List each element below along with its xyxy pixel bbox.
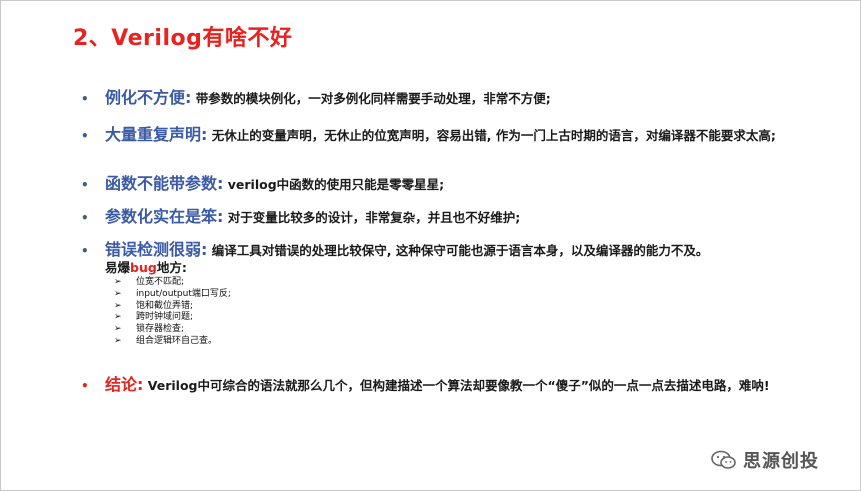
list-item: ➢ 饱和截位弄错; — [114, 300, 194, 311]
bug-list: ➢ 位宽不匹配; ➢ input/output端口写反; ➢ 饱和截位弄错; ➢ 跨时钟… — [114, 277, 231, 348]
bullet-heading: 例化不方便: — [105, 88, 192, 107]
bullet-text: verilog中函数的使用只能是零零星星; — [227, 177, 445, 192]
arrow-icon: ➢ — [114, 288, 122, 299]
bullet-dot: • — [81, 211, 89, 225]
bullet-text: Verilog中可综合的语法就那么几个，但构建描述一个算法却要像教一个“傻子”似… — [147, 378, 770, 393]
slide: 2、Verilog有啥不好 • 例化不方便: 带参数的模块例化，一对多例化同样需… — [0, 0, 861, 491]
bullet-instantiation: • 例化不方便: 带参数的模块例化，一对多例化同样需要手动处理，非常不方便; — [81, 89, 786, 107]
bullet-text: 带参数的模块例化，一对多例化同样需要手动处理，非常不方便; — [195, 91, 551, 106]
arrow-icon: ➢ — [114, 277, 122, 287]
arrow-icon: ➢ — [114, 300, 122, 311]
bullet-function-parameters: • 函数不能带参数: verilog中函数的使用只能是零零星星; — [81, 175, 786, 193]
bullet-heading: 大量重复声明: — [105, 125, 208, 144]
bullet-text: 编译工具对错误的处理比较保守, 这种保守可能也源于语言本身，以及编译器的能力不及… — [211, 243, 709, 258]
bullet-heading: 参数化实在是笨: — [105, 207, 224, 226]
bullet-text: 对于变量比较多的设计，非常复杂，并且也不好维护; — [227, 210, 521, 225]
bullet-parameterization: • 参数化实在是笨: 对于变量比较多的设计，非常复杂，并且也不好维护; — [81, 208, 786, 226]
bullet-heading: 函数不能带参数: — [105, 174, 224, 193]
page-title: 2、Verilog有啥不好 — [73, 26, 293, 51]
bullet-dot: • — [81, 129, 89, 143]
list-item: ➢ 位宽不匹配; — [114, 277, 185, 287]
bullet-error-detection: • 错误检测很弱: 编译工具对错误的处理比较保守, 这种保守可能也源于语言本身，… — [81, 241, 786, 276]
arrow-icon: ➢ — [114, 324, 122, 335]
arrow-icon: ➢ — [114, 312, 122, 323]
bug-prone-line: 易爆bug地方: — [105, 259, 786, 276]
bullet-heading: 错误检测很弱: — [105, 240, 208, 259]
bug-prefix: 易爆 — [105, 260, 131, 275]
bullet-dot: • — [81, 178, 89, 192]
bullet-heading: 结论: — [105, 375, 144, 394]
bullet-dot: • — [81, 244, 89, 258]
bullet-conclusion: • 结论: Verilog中可综合的语法就那么几个，但构建描述一个算法却要像教一… — [81, 376, 786, 394]
wechat-icon — [711, 450, 736, 469]
watermark-logo: 思源创投 — [711, 447, 819, 473]
bullet-redundant-declaration: • 大量重复声明: 无休止的变量声明，无休止的位宽声明，容易出错, 作为一门上古… — [81, 126, 786, 144]
bug-highlight: bug — [130, 260, 157, 275]
bullet-dot: • — [81, 379, 89, 393]
list-item: ➢ 组合逻辑环自己查。 — [114, 335, 218, 346]
bullet-text: 无休止的变量声明，无休止的位宽声明，容易出错, 作为一门上古时期的语言，对编译器… — [211, 128, 776, 143]
logo-text: 思源创投 — [743, 451, 819, 472]
list-item: ➢ 锁存器检查; — [114, 324, 185, 335]
bug-suffix: 地方: — [156, 260, 187, 275]
list-item: ➢ input/output端口写反; — [114, 288, 231, 299]
bullet-dot: • — [81, 92, 89, 106]
list-item: ➢ 跨时钟域问题; — [114, 312, 194, 323]
arrow-icon: ➢ — [114, 335, 122, 346]
